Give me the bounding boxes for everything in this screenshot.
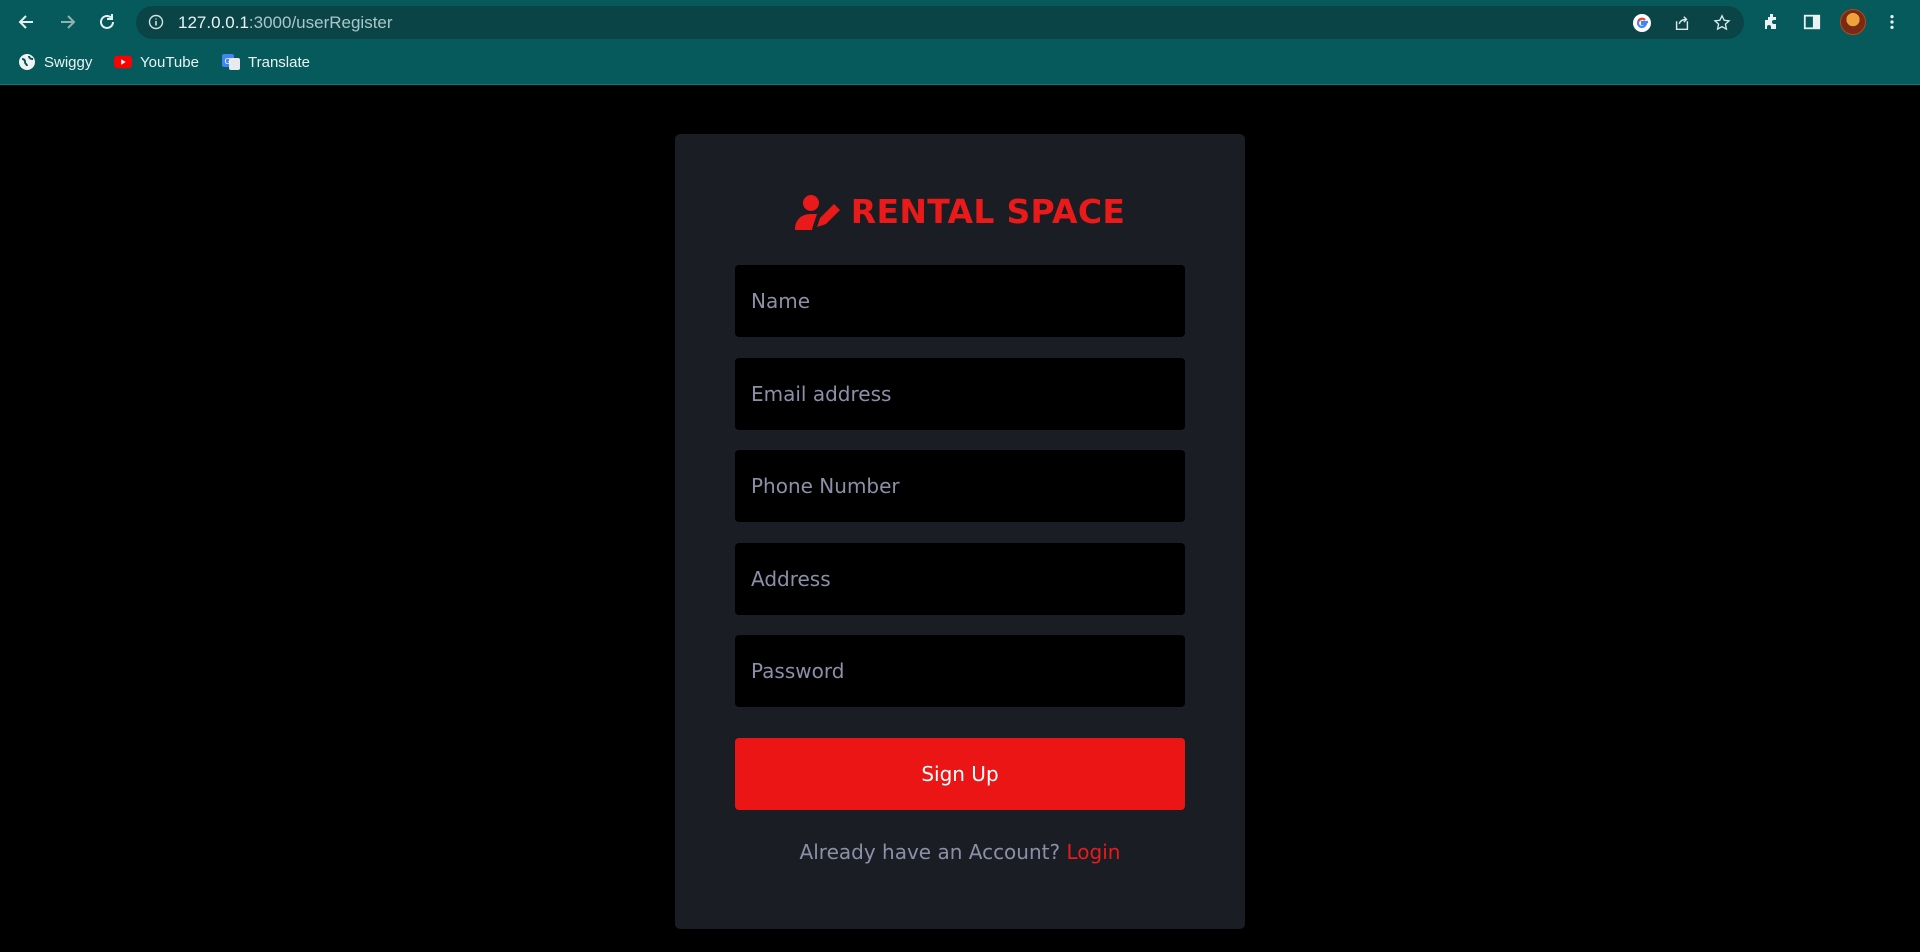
phone-input[interactable]: Phone Number xyxy=(735,450,1185,522)
user-edit-icon xyxy=(794,194,840,230)
google-icon[interactable] xyxy=(1632,13,1652,33)
address-placeholder: Address xyxy=(751,567,831,591)
menu-icon[interactable] xyxy=(1880,10,1904,34)
bookmark-swiggy[interactable]: Swiggy xyxy=(18,50,92,74)
star-icon[interactable] xyxy=(1712,13,1732,33)
phone-placeholder: Phone Number xyxy=(751,474,900,498)
back-button[interactable] xyxy=(14,9,40,35)
youtube-icon xyxy=(114,53,132,71)
bookmark-label: YouTube xyxy=(140,53,199,71)
address-input[interactable]: Address xyxy=(735,543,1185,615)
info-icon[interactable] xyxy=(148,14,164,30)
forward-button[interactable] xyxy=(54,9,80,35)
brand-header: RENTAL SPACE xyxy=(675,192,1245,231)
url-text[interactable]: 127.0.0.1:3000/userRegister xyxy=(178,6,393,39)
bookmark-label: Translate xyxy=(248,53,310,71)
reload-icon xyxy=(100,14,114,29)
arrow-left-icon xyxy=(18,15,33,29)
globe-icon xyxy=(18,53,36,71)
svg-text:G: G xyxy=(225,57,231,66)
email-input[interactable]: Email address xyxy=(735,358,1185,430)
share-icon[interactable] xyxy=(1672,13,1692,33)
url-host: 127.0.0.1 xyxy=(178,13,249,32)
login-prompt: Already have an Account? Login xyxy=(675,840,1245,864)
sign-up-button[interactable]: Sign Up xyxy=(735,738,1185,810)
login-link[interactable]: Login xyxy=(1066,840,1120,864)
password-input[interactable]: Password xyxy=(735,635,1185,707)
name-input[interactable]: Name xyxy=(735,265,1185,337)
url-path: :3000/userRegister xyxy=(248,13,393,32)
side-panel-icon[interactable] xyxy=(1800,10,1824,34)
name-placeholder: Name xyxy=(751,289,811,313)
register-card: RENTAL SPACE Name Email address Phone Nu… xyxy=(675,134,1245,929)
reload-button[interactable] xyxy=(94,9,120,35)
bookmark-translate[interactable]: G Translate xyxy=(222,50,310,74)
login-prompt-text: Already have an Account? xyxy=(799,840,1061,864)
arrow-right-icon xyxy=(61,15,76,29)
password-placeholder: Password xyxy=(751,659,845,683)
extensions-icon[interactable] xyxy=(1760,10,1784,34)
bookmark-label: Swiggy xyxy=(44,53,93,71)
address-bar[interactable]: 127.0.0.1:3000/userRegister xyxy=(136,6,1744,39)
bookmark-youtube[interactable]: YouTube xyxy=(114,50,199,74)
email-placeholder: Email address xyxy=(751,382,892,406)
profile-avatar[interactable] xyxy=(1840,9,1866,35)
translate-icon: G xyxy=(222,53,240,71)
brand-title: RENTAL SPACE xyxy=(850,192,1126,231)
browser-chrome: 127.0.0.1:3000/userRegister Swiggy YouTu… xyxy=(0,0,1920,85)
